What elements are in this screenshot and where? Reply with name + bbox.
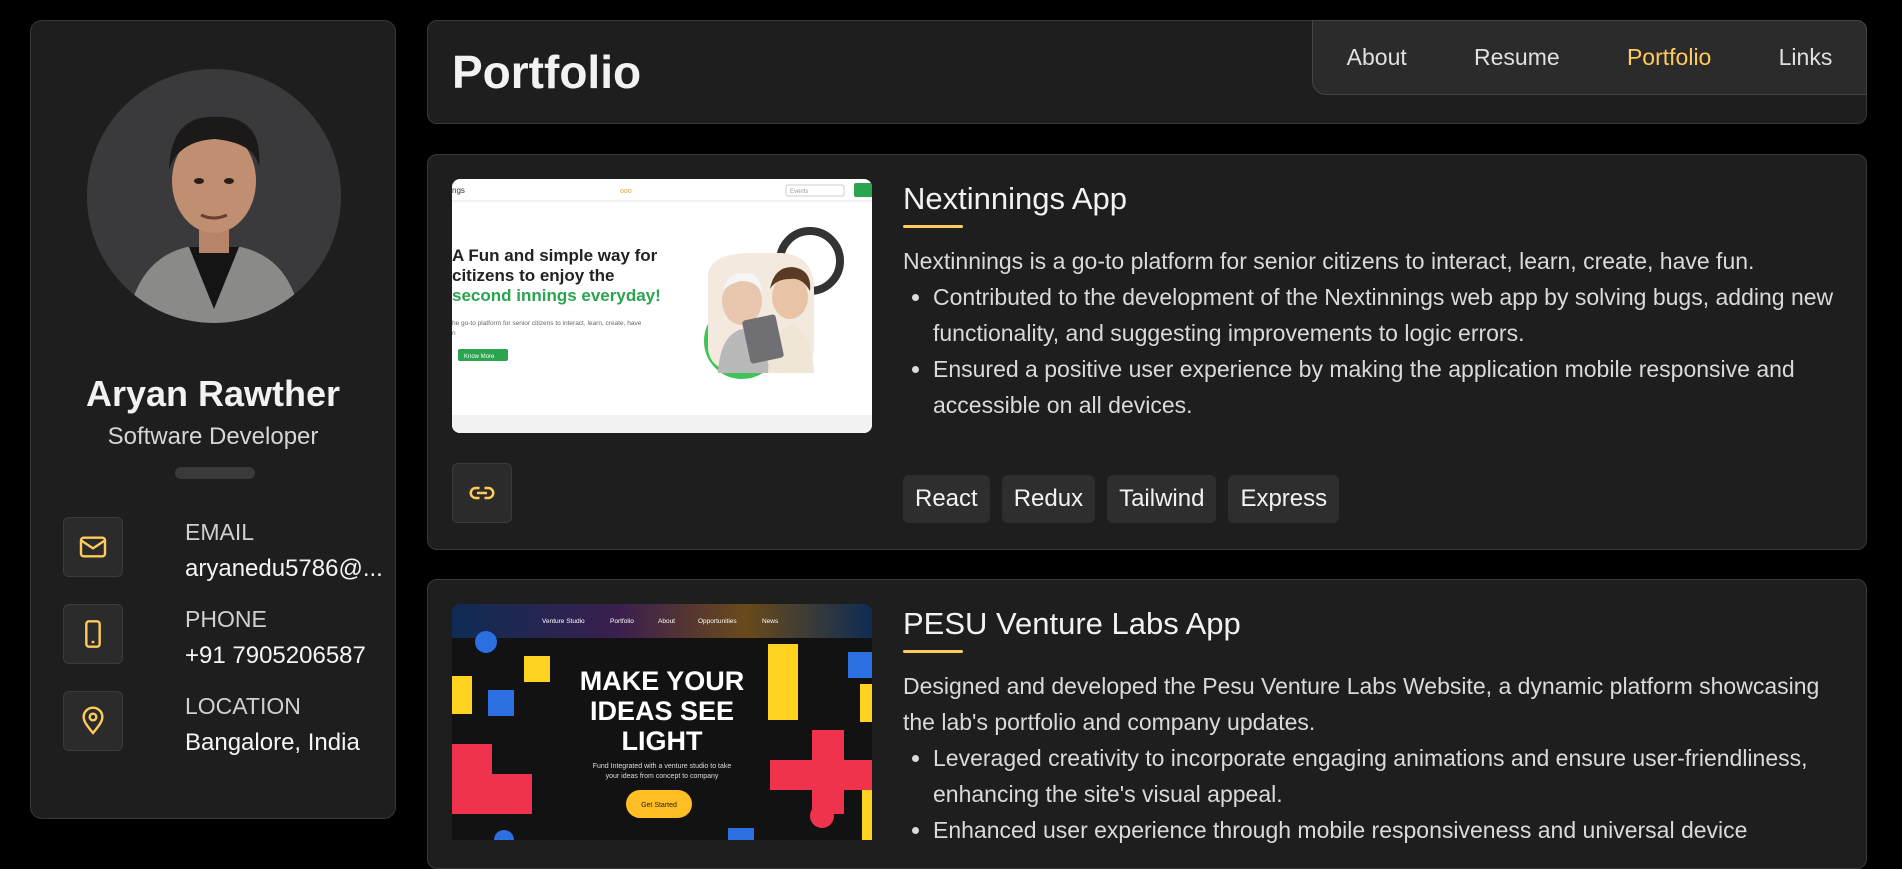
shot-nav-4: Opportunities: [698, 618, 737, 625]
profile-title: Software Developer: [107, 423, 319, 450]
project-bullet: Contributed to the development of the Ne…: [933, 279, 1843, 351]
location-icon: [63, 691, 123, 751]
page-title: Portfolio: [452, 46, 642, 98]
profile-sidebar: Aryan Rawther Software Developer EMAIL a…: [30, 20, 396, 819]
phone-icon: [63, 604, 123, 664]
shot-nav-2: Portfolio: [610, 618, 634, 625]
tag-express: Express: [1228, 475, 1340, 523]
contact-location: LOCATION Bangalore, India: [63, 691, 383, 756]
nav-portfolio[interactable]: Portfolio: [1627, 44, 1711, 71]
shot-logo: ngs: [452, 186, 465, 195]
contact-email: EMAIL aryanedu5786@...: [63, 517, 383, 582]
email-link[interactable]: aryanedu5786@...: [185, 555, 383, 583]
project-bullet: Ensured a positive user experience by ma…: [933, 351, 1843, 423]
tag-react: React: [903, 475, 990, 523]
project-description: Nextinnings is a go-to platform for seni…: [903, 243, 1843, 423]
shot-cta: Get Started: [641, 802, 677, 809]
project-description: Designed and developed the Pesu Venture …: [903, 668, 1843, 848]
shot-nav-5: News: [762, 618, 779, 625]
avatar-photo: [87, 69, 341, 323]
shot-headline-3: LIGHT: [622, 726, 703, 756]
project-card: Venture Studio Portfolio About Opportuni…: [427, 579, 1867, 869]
project-bullet: Enhanced user experience through mobile …: [933, 812, 1843, 848]
shot-subtext-2: your ideas from concept to company: [606, 773, 719, 780]
shot-subtext: he go-to platform for senior citizens to…: [452, 320, 642, 327]
svg-text:ooo: ooo: [620, 188, 632, 195]
main-nav: About Resume Portfolio Links: [1312, 20, 1867, 95]
title-underline: [903, 650, 963, 653]
tag-tailwind: Tailwind: [1107, 475, 1217, 523]
nav-links[interactable]: Links: [1779, 44, 1833, 71]
avatar: [87, 69, 341, 323]
project-summary: Nextinnings is a go-to platform for seni…: [903, 248, 1755, 274]
shot-headline-2: IDEAS SEE: [590, 696, 734, 726]
shot-nav-1: Venture Studio: [542, 618, 585, 625]
title-underline: [903, 225, 963, 228]
shot-nav-3: About: [658, 618, 675, 625]
contact-label: PHONE: [185, 606, 267, 632]
mail-icon: [63, 517, 123, 577]
profile-name: Aryan Rawther: [85, 373, 341, 414]
contact-phone: PHONE +91 7905206587: [63, 604, 383, 669]
contact-label: LOCATION: [185, 693, 301, 719]
project-bullet: Leveraged creativity to incorporate enga…: [933, 740, 1843, 812]
contact-label: EMAIL: [185, 519, 255, 545]
phone-link[interactable]: +91 7905206587: [185, 642, 366, 670]
project-card: ngs ooo Events A Fun and simple way for …: [427, 154, 1867, 550]
shot-cta: Know More: [464, 354, 495, 360]
page-header: Portfolio About Resume Portfolio Links: [427, 20, 1867, 124]
tag-redux: Redux: [1001, 475, 1096, 523]
nav-about[interactable]: About: [1347, 44, 1407, 71]
location-value: Bangalore, India: [185, 729, 360, 756]
shot-search: Events: [790, 189, 808, 195]
shot-headline-1: A Fun and simple way for: [452, 246, 658, 265]
shot-headline-1: MAKE YOUR: [580, 666, 745, 696]
shot-subtext-2: n: [452, 330, 456, 337]
contacts-toggle[interactable]: [175, 467, 255, 479]
project-title: PESU Venture Labs App: [903, 606, 1241, 641]
project-screenshot[interactable]: ngs ooo Events A Fun and simple way for …: [452, 179, 872, 433]
project-screenshot[interactable]: Venture Studio Portfolio About Opportuni…: [452, 604, 872, 840]
shot-subtext-1: Fund Integrated with a venture studio to…: [593, 763, 732, 770]
shot-headline-3: second innings everyday!: [452, 286, 661, 305]
project-link-button[interactable]: [452, 463, 512, 523]
nav-resume[interactable]: Resume: [1474, 44, 1560, 71]
project-title: Nextinnings App: [903, 181, 1128, 216]
project-summary: Designed and developed the Pesu Venture …: [903, 673, 1820, 735]
link-icon: [469, 486, 495, 500]
tech-tags: React Redux Tailwind Express: [903, 475, 1340, 523]
shot-headline-2: citizens to enjoy the: [452, 266, 614, 285]
